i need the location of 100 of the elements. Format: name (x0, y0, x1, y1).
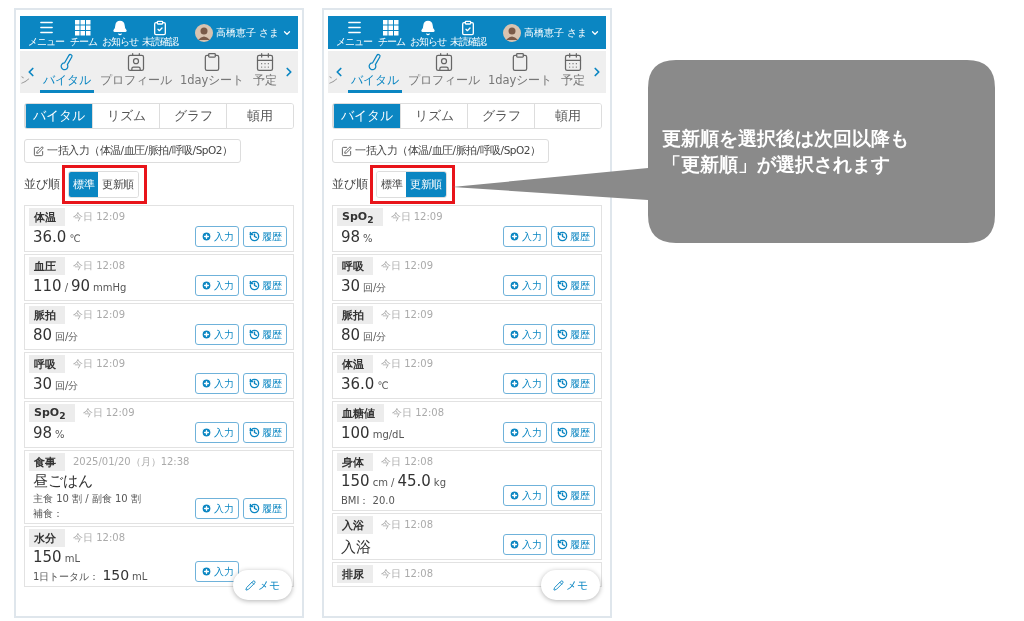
input-button[interactable]: 入力 (503, 373, 547, 395)
input-button[interactable]: 入力 (195, 561, 239, 583)
history-button[interactable]: 履歴 (551, 373, 595, 395)
header-menu-item[interactable]: お知らせ (410, 19, 446, 47)
card-title: 血糖値 (337, 404, 384, 423)
menu-icon (37, 19, 55, 36)
plus-circle-icon (200, 427, 212, 439)
bell-icon (112, 19, 128, 36)
plus-circle-icon (508, 378, 520, 390)
plus-circle-icon (200, 378, 212, 389)
card-title: 血圧 (29, 257, 65, 275)
nav-item[interactable]: 1dayシート (176, 51, 248, 93)
input-button[interactable]: 入力 (195, 226, 239, 247)
history-button[interactable]: 履歴 (551, 324, 595, 346)
history-icon (248, 231, 260, 242)
nav-item[interactable]: 予定 (249, 51, 280, 93)
history-icon (556, 329, 568, 341)
nav-item[interactable]: バイタル (348, 51, 403, 93)
edit-icon (341, 145, 352, 157)
card-title: 水分 (29, 529, 65, 548)
card-time: 今日 12:08 (73, 259, 125, 273)
history-icon (248, 427, 260, 439)
card-title: 脈拍 (29, 306, 65, 324)
plus-circle-icon (200, 329, 212, 340)
avatar-icon (194, 24, 213, 42)
input-button[interactable]: 入力 (503, 324, 547, 346)
nav-item[interactable]: 予定 (557, 51, 588, 93)
input-button[interactable]: 入力 (195, 422, 239, 444)
user-menu[interactable]: 高橋恵子 さま (194, 24, 292, 42)
card-value: 98 % (341, 228, 374, 249)
tab[interactable]: バイタル (25, 104, 92, 128)
history-button[interactable]: 履歴 (551, 275, 595, 297)
nav-item[interactable]: 1dayシート (484, 51, 556, 93)
card-time: 今日 12:09 (381, 259, 433, 274)
nav-item[interactable]: プロフィール (96, 51, 175, 93)
memo-button[interactable]: メモ (541, 570, 600, 600)
history-icon (248, 503, 260, 515)
card-title: SpO$_{2}$ (337, 208, 383, 227)
header-menu-item[interactable]: メニュー (336, 19, 372, 47)
input-button[interactable]: 入力 (503, 534, 547, 556)
card-title: 体温 (29, 208, 65, 226)
plus-circle-icon (508, 231, 520, 243)
input-button[interactable]: 入力 (503, 226, 547, 248)
history-button[interactable]: 履歴 (243, 422, 287, 444)
history-button[interactable]: 履歴 (243, 275, 287, 296)
card-time: 今日 12:09 (73, 357, 125, 371)
card-value: 100 mg/dL (341, 424, 406, 445)
card-title: 呼吸 (337, 257, 373, 276)
nav-item-fragment: ン (20, 73, 30, 87)
nav-item[interactable]: プロフィール (404, 51, 483, 93)
sort-option[interactable]: 標準 (69, 172, 98, 197)
history-button[interactable]: 履歴 (243, 226, 287, 247)
header-menu-item[interactable]: チーム (376, 19, 406, 47)
history-button[interactable]: 履歴 (243, 498, 287, 520)
card-value: 昼ごはん (33, 472, 94, 491)
header-menu-item[interactable]: 未読確認 (142, 19, 178, 47)
caret-icon (590, 28, 600, 38)
nav-item[interactable]: バイタル (40, 51, 95, 93)
header-menu-item[interactable]: メニュー (28, 19, 64, 47)
history-button[interactable]: 履歴 (551, 534, 595, 556)
sort-option[interactable]: 更新順 (406, 172, 446, 197)
card-value: 98 % (33, 424, 66, 445)
id-card-icon (125, 51, 146, 72)
tab[interactable]: 頓用 (534, 104, 601, 128)
input-button[interactable]: 入力 (195, 324, 239, 345)
bulk-input-button[interactable]: 一括入力（体温/血圧/脈拍/呼吸/SpO2） (24, 139, 242, 163)
card-value: 入浴 (341, 538, 372, 557)
header-menu-item[interactable]: お知らせ (102, 19, 138, 47)
card-title: 脈拍 (337, 306, 373, 325)
card-time: 今日 12:09 (73, 210, 125, 224)
card-detail: BMI： 20.0 (341, 494, 396, 508)
grid-icon (75, 19, 91, 36)
nav-item-fragment: ン (328, 73, 338, 87)
clipboard-check-icon (460, 19, 476, 36)
header-menu-item[interactable]: 未読確認 (450, 19, 486, 47)
sort-option[interactable]: 標準 (377, 172, 406, 197)
input-button[interactable]: 入力 (195, 373, 239, 394)
card-time: 今日 12:08 (381, 518, 433, 533)
history-button[interactable]: 履歴 (551, 485, 595, 507)
tab[interactable]: 頓用 (226, 104, 293, 128)
header-menu-item[interactable]: チーム (68, 19, 98, 47)
input-button[interactable]: 入力 (195, 498, 239, 520)
input-button[interactable]: 入力 (503, 422, 547, 444)
memo-button[interactable]: メモ (233, 570, 292, 600)
history-button[interactable]: 履歴 (551, 422, 595, 444)
input-button[interactable]: 入力 (503, 485, 547, 507)
input-button[interactable]: 入力 (195, 275, 239, 296)
card-time: 今日 12:08 (73, 531, 125, 546)
edit-icon (33, 145, 44, 157)
card-value: 150 cm / 45.0 kg (341, 472, 447, 493)
tab[interactable]: バイタル (333, 104, 400, 128)
history-button[interactable]: 履歴 (551, 226, 595, 248)
user-menu[interactable]: 高橋恵子 さま (502, 24, 600, 42)
bulk-input-button[interactable]: 一括入力（体温/血圧/脈拍/呼吸/SpO2） (332, 139, 550, 163)
input-button[interactable]: 入力 (503, 275, 547, 297)
grid-icon (383, 19, 399, 36)
history-button[interactable]: 履歴 (243, 324, 287, 345)
callout-text: 更新順を選択後は次回以降も 「更新順」が選択されます (662, 126, 910, 177)
history-button[interactable]: 履歴 (243, 373, 287, 394)
card-title: 呼吸 (29, 355, 65, 373)
